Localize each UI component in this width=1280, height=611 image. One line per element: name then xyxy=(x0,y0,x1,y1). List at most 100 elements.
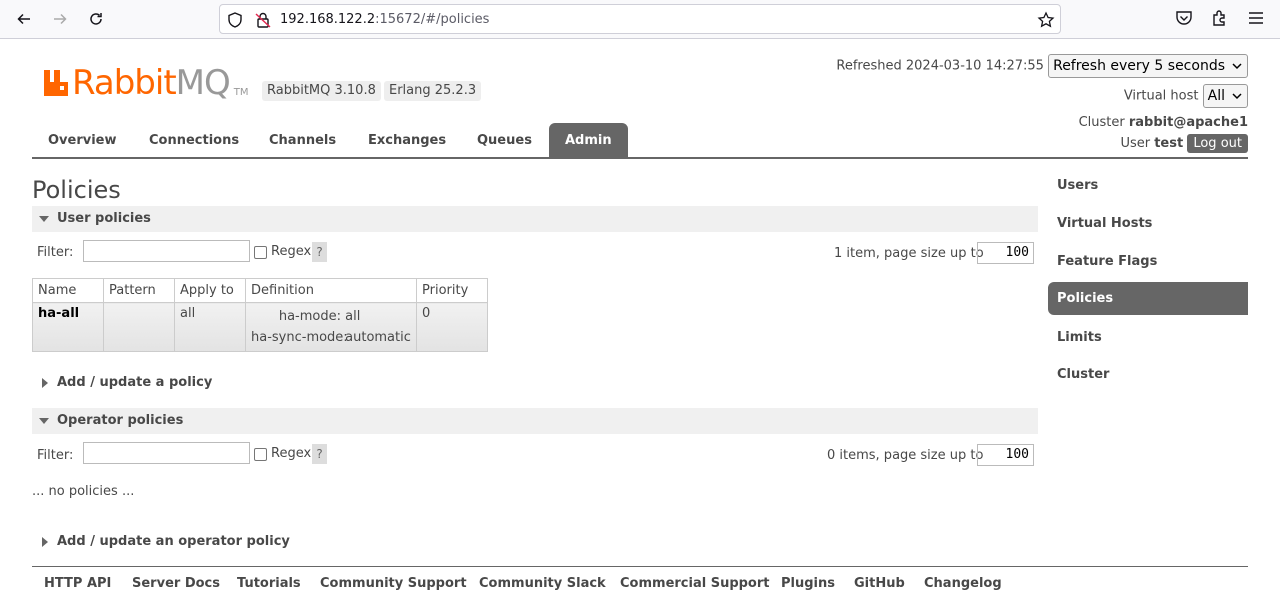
shield-icon[interactable] xyxy=(226,11,244,29)
cluster-label: Cluster xyxy=(1078,115,1125,130)
refresh-interval-select[interactable]: Refresh every 5 seconds xyxy=(1048,54,1248,78)
chevron-down-icon xyxy=(1232,63,1242,70)
operator-regex-checkbox[interactable] xyxy=(254,448,267,461)
tab-overview[interactable]: Overview xyxy=(32,123,133,158)
menu-icon[interactable] xyxy=(1246,8,1266,28)
logout-button[interactable]: Log out xyxy=(1187,134,1248,153)
definition-entry: ha-sync-mode: automatic xyxy=(251,327,411,348)
table-row[interactable]: ha-all all ha-mode: all ha-sync-mode: au… xyxy=(32,302,488,352)
operator-policies-header[interactable]: Operator policies xyxy=(32,408,1038,434)
refresh-interval-value: Refresh every 5 seconds xyxy=(1053,58,1225,74)
url-host: 192.168.122.2 xyxy=(280,12,376,27)
col-pattern[interactable]: Pattern xyxy=(103,278,175,303)
cluster-row: Cluster rabbit@apache1 xyxy=(1079,115,1248,130)
sidebar-item-virtual-hosts[interactable]: Virtual Hosts xyxy=(1048,207,1248,240)
user-regex-help-button[interactable]: ? xyxy=(312,242,327,262)
logo-rabbit-text: Rabbit xyxy=(72,63,177,103)
tab-admin[interactable]: Admin xyxy=(549,123,628,158)
erlang-badge: Erlang 25.2.3 xyxy=(384,81,482,101)
logo-wordmark: RabbitMQ xyxy=(72,63,231,103)
tab-exchanges[interactable]: Exchanges xyxy=(352,123,462,158)
forward-icon[interactable] xyxy=(48,7,72,31)
vhost-select[interactable]: All xyxy=(1202,84,1248,108)
user-filter-label: Filter: xyxy=(37,245,74,260)
version-badge: RabbitMQ 3.10.8 xyxy=(262,81,381,101)
url-text: 192.168.122.2:15672/#/policies xyxy=(280,12,489,27)
definition-entry: ha-mode: all xyxy=(251,306,411,327)
page-title: Policies xyxy=(32,176,121,204)
footer-link-server-docs[interactable]: Server Docs xyxy=(132,576,220,591)
user-page-info: 1 item, page size up to xyxy=(834,246,984,261)
policy-definition: ha-mode: all ha-sync-mode: automatic xyxy=(245,302,417,352)
sidebar-item-users[interactable]: Users xyxy=(1048,169,1248,202)
pocket-icon[interactable] xyxy=(1174,8,1194,28)
tabs-divider xyxy=(32,157,1248,159)
tab-connections[interactable]: Connections xyxy=(133,123,255,158)
footer-link-community-support[interactable]: Community Support xyxy=(320,576,467,591)
logo-mq-text: MQ xyxy=(175,63,231,103)
col-apply-to[interactable]: Apply to xyxy=(174,278,246,303)
user-policies-title: User policies xyxy=(57,211,151,226)
add-update-operator-policy-toggle[interactable]: Add / update an operator policy xyxy=(32,530,290,554)
collapse-triangle-icon xyxy=(39,418,49,424)
footer-link-github[interactable]: GitHub xyxy=(854,576,905,591)
sidebar-item-cluster[interactable]: Cluster xyxy=(1048,358,1248,391)
tab-queues[interactable]: Queues xyxy=(461,123,548,158)
operator-regex-label: Regex xyxy=(271,446,312,461)
sidebar-item-policies[interactable]: Policies xyxy=(1048,282,1248,315)
user-policies-header[interactable]: User policies xyxy=(32,206,1038,232)
footer-link-tutorials[interactable]: Tutorials xyxy=(237,576,301,591)
definition-value: all xyxy=(345,309,361,324)
operator-filter-label: Filter: xyxy=(37,448,74,463)
add-update-policy-toggle[interactable]: Add / update a policy xyxy=(32,371,212,395)
col-name[interactable]: Name xyxy=(32,278,104,303)
tab-channels[interactable]: Channels xyxy=(253,123,352,158)
col-priority[interactable]: Priority xyxy=(416,278,488,303)
refreshed-text: Refreshed 2024-03-10 14:27:55 xyxy=(836,58,1044,74)
policy-priority: 0 xyxy=(416,302,488,352)
url-bar[interactable]: 192.168.122.2:15672/#/policies xyxy=(219,4,1061,34)
user-policies-table: Name Pattern Apply to Definition Priorit… xyxy=(32,278,488,352)
rabbitmq-logo[interactable]: RabbitMQ TM xyxy=(42,64,249,100)
col-definition[interactable]: Definition xyxy=(245,278,417,303)
policy-pattern xyxy=(103,302,175,352)
sidebar-item-limits[interactable]: Limits xyxy=(1048,321,1248,354)
footer-divider xyxy=(32,566,1248,567)
expand-triangle-icon xyxy=(42,537,48,547)
user-regex-label: Regex xyxy=(271,244,312,259)
user-label: User xyxy=(1120,136,1151,151)
footer-link-changelog[interactable]: Changelog xyxy=(924,576,1002,591)
bookmark-star-icon[interactable] xyxy=(1037,11,1055,29)
reload-icon[interactable] xyxy=(84,7,108,31)
user-regex-checkbox[interactable] xyxy=(254,246,267,259)
operator-regex-help-button[interactable]: ? xyxy=(312,444,327,464)
add-update-policy-label: Add / update a policy xyxy=(57,375,213,390)
operator-page-info: 0 items, page size up to xyxy=(827,448,984,463)
policy-name-link[interactable]: ha-all xyxy=(32,302,104,352)
rabbitmq-logo-icon xyxy=(44,70,68,96)
operator-filter-input[interactable] xyxy=(83,442,250,464)
user-name: test xyxy=(1154,136,1184,151)
extensions-icon[interactable] xyxy=(1210,8,1230,28)
footer-link-commercial-support[interactable]: Commercial Support xyxy=(620,576,770,591)
footer-link-community-slack[interactable]: Community Slack xyxy=(479,576,606,591)
user-page-size-input[interactable]: 100 xyxy=(977,242,1034,264)
user-filter-input[interactable] xyxy=(83,240,250,262)
url-path: :15672/#/policies xyxy=(375,12,490,27)
footer-link-plugins[interactable]: Plugins xyxy=(781,576,835,591)
operator-page-size-input[interactable]: 100 xyxy=(977,444,1034,466)
back-icon[interactable] xyxy=(12,7,36,31)
definition-key: ha-sync-mode: xyxy=(251,330,348,345)
sidebar-item-feature-flags[interactable]: Feature Flags xyxy=(1048,245,1248,278)
definition-key: ha-mode: xyxy=(278,309,341,324)
no-policies-text: ... no policies ... xyxy=(32,484,135,499)
browser-toolbar: 192.168.122.2:15672/#/policies xyxy=(0,0,1280,39)
insecure-lock-icon[interactable] xyxy=(254,11,272,29)
chevron-down-icon xyxy=(1232,93,1242,100)
footer-link-http-api[interactable]: HTTP API xyxy=(44,576,111,591)
refresh-row: Refreshed 2024-03-10 14:27:55 Refresh ev… xyxy=(836,54,1248,78)
vhost-value: All xyxy=(1207,88,1225,104)
operator-policies-title: Operator policies xyxy=(57,413,184,428)
policy-apply-to: all xyxy=(174,302,246,352)
collapse-triangle-icon xyxy=(39,216,49,222)
